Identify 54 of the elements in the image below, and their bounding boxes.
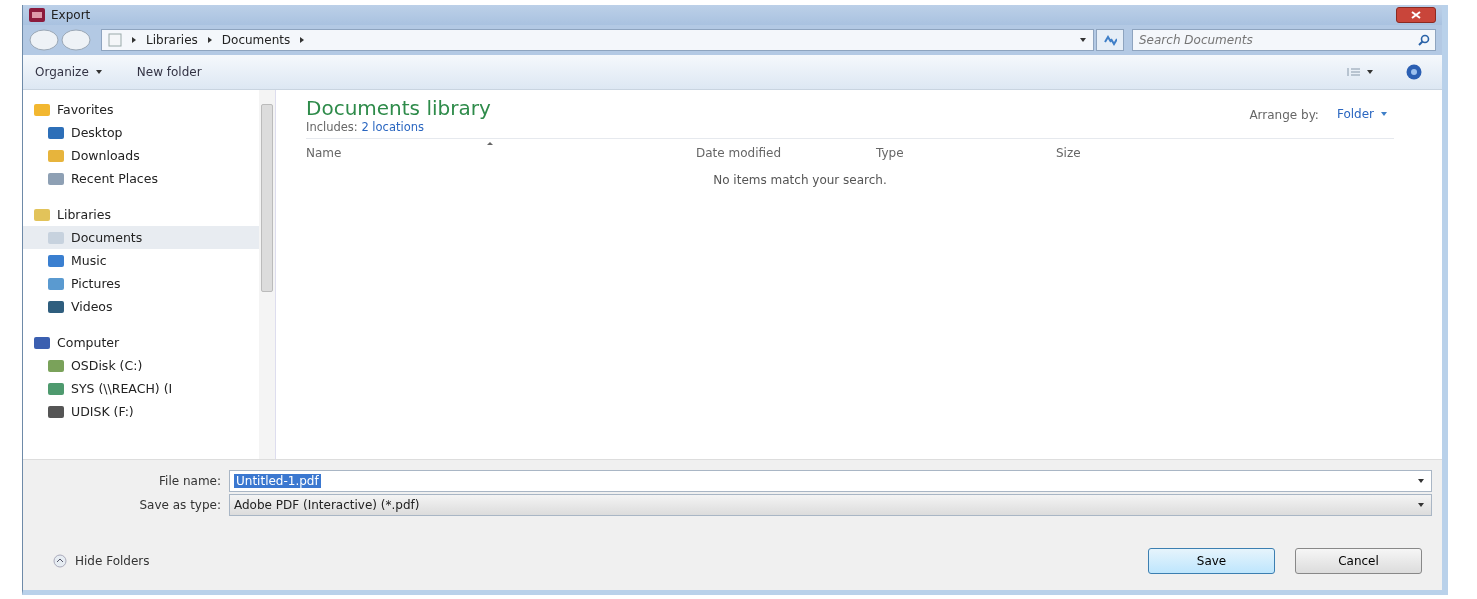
sidebar-item[interactable]: Desktop [23, 121, 259, 144]
search-icon [1418, 34, 1430, 46]
dialog-button[interactable]: Save [1148, 548, 1275, 574]
sidebar-item[interactable]: UDISK (F:) [23, 400, 259, 423]
sidebar-item[interactable]: Recent Places [23, 167, 259, 190]
sidebar-group[interactable]: Computer [23, 331, 259, 354]
sidebar-item[interactable]: SYS (\\REACH) (I [23, 377, 259, 400]
breadcrumb[interactable]: Documents [221, 33, 291, 47]
sidebar-item[interactable]: Downloads [23, 144, 259, 167]
window-title: Export [51, 8, 91, 22]
caret-icon [94, 69, 103, 75]
chevron-icon [205, 36, 214, 44]
save-type-label: Save as type: [138, 498, 221, 512]
save-type-dropdown[interactable]: Adobe PDF (Interactive) (*.pdf) [229, 494, 1432, 516]
empty-message: No items match your search. [712, 173, 888, 187]
column-header[interactable]: Date modified [696, 146, 876, 160]
address-bar[interactable]: Libraries Documents [101, 29, 1094, 51]
help-icon[interactable] [1406, 64, 1422, 80]
refresh-button[interactable] [1096, 29, 1124, 51]
file-name-field[interactable]: Untitled-1.pdf [229, 470, 1432, 492]
breadcrumb[interactable]: Libraries [146, 33, 198, 47]
hide-folders-button[interactable]: Hide Folders [47, 553, 156, 569]
sidebar-group[interactable]: Favorites [23, 98, 259, 121]
dropdown-icon[interactable] [1079, 37, 1087, 43]
includes-label: Includes: [306, 120, 358, 134]
caret-icon [1380, 111, 1388, 117]
view-button[interactable] [1344, 65, 1376, 79]
chevron-icon [130, 36, 138, 44]
column-header[interactable]: Name [306, 146, 696, 160]
sidebar-item[interactable]: Music [23, 249, 259, 272]
column-header[interactable]: Size [1056, 146, 1081, 160]
organize-menu[interactable]: Organize [33, 63, 105, 81]
library-title: Documents library [306, 96, 491, 120]
locations-link[interactable]: 2 locations [361, 120, 424, 134]
scrollbar[interactable] [259, 90, 275, 459]
collapse-icon [53, 554, 67, 568]
sidebar-group[interactable]: Libraries [23, 203, 259, 226]
close-button[interactable] [1396, 7, 1436, 23]
sort-icon [486, 141, 494, 146]
sidebar-item[interactable]: Pictures [23, 272, 259, 295]
sidebar-item[interactable]: Documents [23, 226, 259, 249]
close-icon [1411, 11, 1421, 19]
file-name-label: File name: [158, 474, 221, 488]
dialog-button[interactable]: Cancel [1295, 548, 1422, 574]
app-icon [29, 8, 45, 22]
new-folder-button[interactable]: New folder [134, 63, 204, 81]
search-field[interactable]: Search Documents [1132, 29, 1436, 51]
column-header[interactable]: Type [876, 146, 1056, 160]
sidebar-item[interactable]: Videos [23, 295, 259, 318]
caret-icon [1417, 502, 1425, 508]
sidebar-item[interactable]: OSDisk (C:) [23, 354, 259, 377]
caret-icon [1417, 478, 1425, 484]
arrange-dropdown[interactable]: Folder [1330, 106, 1394, 122]
arrange-label: Arrange by: [1249, 108, 1319, 122]
